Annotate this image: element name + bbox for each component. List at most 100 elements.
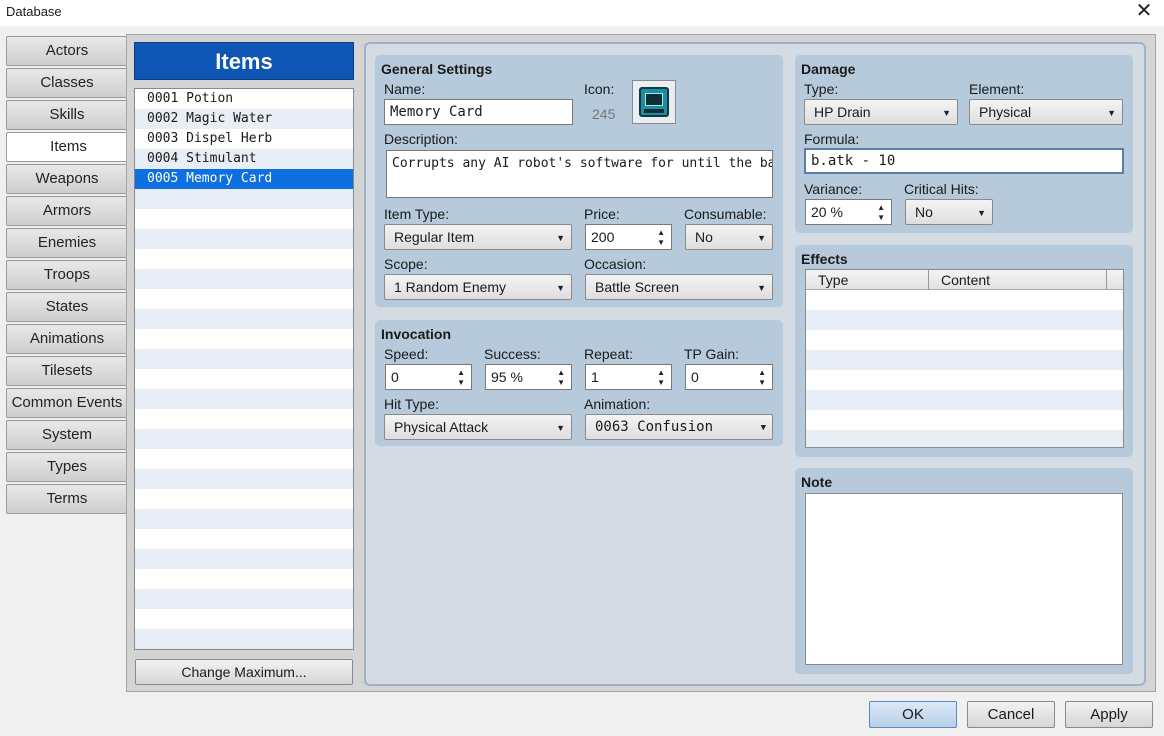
spin-arrows-icon[interactable]: ▲ ▼ [877, 203, 885, 223]
name-field[interactable]: Memory Card [384, 99, 573, 125]
list-item-empty[interactable] [135, 389, 353, 409]
items-list[interactable]: 0001 Potion 0002 Magic Water 0003 Dispel… [134, 88, 354, 650]
chevron-down-icon: ▼ [1107, 108, 1116, 118]
scope-value: 1 Random Enemy [394, 279, 507, 295]
list-item-empty[interactable] [135, 349, 353, 369]
column-header-content[interactable]: Content [941, 270, 990, 290]
list-item-empty[interactable] [135, 449, 353, 469]
chevron-down-icon: ▼ [942, 108, 951, 118]
change-maximum-button[interactable]: Change Maximum... [135, 659, 353, 685]
list-item-empty[interactable] [135, 489, 353, 509]
tab-enemies[interactable]: Enemies [6, 228, 128, 258]
animation-select[interactable]: 0063 Confusion ▼ [585, 414, 773, 440]
element-select[interactable]: Physical ▼ [969, 99, 1123, 125]
tab-states[interactable]: States [6, 292, 128, 322]
tab-tilesets[interactable]: Tilesets [6, 356, 128, 386]
tab-skills[interactable]: Skills [6, 100, 128, 130]
list-item-empty[interactable] [135, 249, 353, 269]
list-item[interactable]: 0002 Magic Water [135, 109, 353, 129]
spin-arrows-icon[interactable]: ▲ ▼ [457, 368, 465, 388]
list-item-empty[interactable] [135, 229, 353, 249]
list-item-empty[interactable] [135, 629, 353, 649]
tab-system[interactable]: System [6, 420, 128, 450]
close-icon[interactable]: ✕ [1130, 0, 1158, 24]
list-item-empty[interactable] [135, 189, 353, 209]
list-item-empty[interactable] [135, 469, 353, 489]
scope-select[interactable]: 1 Random Enemy ▼ [384, 274, 572, 300]
formula-field[interactable]: b.atk - 10 [804, 148, 1124, 174]
list-item-empty[interactable] [135, 549, 353, 569]
item-type-select[interactable]: Regular Item ▼ [384, 224, 572, 250]
list-item-empty[interactable] [135, 529, 353, 549]
tab-weapons[interactable]: Weapons [6, 164, 128, 194]
list-item-empty[interactable] [135, 509, 353, 529]
occasion-value: Battle Screen [595, 279, 680, 295]
list-item-empty[interactable] [135, 329, 353, 349]
price-stepper[interactable]: 200 ▲ ▼ [585, 224, 672, 250]
damage-type-select[interactable]: HP Drain ▼ [804, 99, 958, 125]
computer-icon [639, 87, 669, 117]
icon-index: 245 [592, 106, 616, 122]
description-label: Description: [384, 131, 458, 147]
list-item-empty[interactable] [135, 209, 353, 229]
icon-picker[interactable] [632, 80, 676, 124]
table-row[interactable] [806, 410, 1123, 430]
tab-types[interactable]: Types [6, 452, 128, 482]
list-item-empty[interactable] [135, 589, 353, 609]
effects-table[interactable]: Type Content [805, 269, 1124, 448]
list-item-selected[interactable]: 0005 Memory Card [135, 169, 353, 189]
list-item-empty[interactable] [135, 269, 353, 289]
table-row[interactable] [806, 430, 1123, 447]
list-item[interactable]: 0003 Dispel Herb [135, 129, 353, 149]
title-bar: Database ✕ [0, 0, 1164, 26]
formula-label: Formula: [804, 131, 860, 147]
consumable-select[interactable]: No ▼ [685, 224, 773, 250]
description-field[interactable]: Corrupts any AI robot's software for unt… [386, 150, 773, 198]
consumable-label: Consumable: [684, 206, 767, 222]
element-label: Element: [969, 81, 1025, 97]
tab-terms[interactable]: Terms [6, 484, 128, 514]
list-item-empty[interactable] [135, 429, 353, 449]
critical-hits-select[interactable]: No ▼ [905, 199, 993, 225]
tp-gain-stepper[interactable]: 0 ▲ ▼ [685, 364, 773, 390]
tab-common-events[interactable]: Common Events [6, 388, 128, 418]
table-row[interactable] [806, 370, 1123, 390]
column-header-type[interactable]: Type [818, 270, 848, 290]
hit-type-select[interactable]: Physical Attack ▼ [384, 414, 572, 440]
item-type-value: Regular Item [394, 229, 475, 245]
ok-button[interactable]: OK [869, 701, 957, 728]
tab-items[interactable]: Items [6, 132, 130, 162]
variance-stepper[interactable]: 20 % ▲ ▼ [805, 199, 892, 225]
spin-arrows-icon[interactable]: ▲ ▼ [657, 368, 665, 388]
list-item-empty[interactable] [135, 289, 353, 309]
table-row[interactable] [806, 390, 1123, 410]
list-item-empty[interactable] [135, 369, 353, 389]
spin-arrows-icon[interactable]: ▲ ▼ [758, 368, 766, 388]
tab-classes[interactable]: Classes [6, 68, 128, 98]
spin-arrows-icon[interactable]: ▲ ▼ [657, 228, 665, 248]
table-row[interactable] [806, 290, 1123, 310]
list-item-empty[interactable] [135, 569, 353, 589]
tab-troops[interactable]: Troops [6, 260, 128, 290]
table-row[interactable] [806, 350, 1123, 370]
tab-armors[interactable]: Armors [6, 196, 128, 226]
speed-stepper[interactable]: 0 ▲ ▼ [385, 364, 472, 390]
table-row[interactable] [806, 310, 1123, 330]
cancel-button[interactable]: Cancel [967, 701, 1055, 728]
occasion-select[interactable]: Battle Screen ▼ [585, 274, 773, 300]
list-item[interactable]: 0001 Potion [135, 89, 353, 109]
tab-animations[interactable]: Animations [6, 324, 128, 354]
table-row[interactable] [806, 330, 1123, 350]
list-item-empty[interactable] [135, 609, 353, 629]
invocation-title: Invocation [381, 326, 452, 342]
apply-button[interactable]: Apply [1065, 701, 1153, 728]
spin-arrows-icon[interactable]: ▲ ▼ [557, 368, 565, 388]
note-field[interactable] [805, 493, 1123, 665]
repeat-stepper[interactable]: 1 ▲ ▼ [585, 364, 672, 390]
list-item[interactable]: 0004 Stimulant [135, 149, 353, 169]
critical-hits-value: No [915, 204, 933, 220]
list-item-empty[interactable] [135, 309, 353, 329]
list-item-empty[interactable] [135, 409, 353, 429]
success-stepper[interactable]: 95 % ▲ ▼ [485, 364, 572, 390]
tab-actors[interactable]: Actors [6, 36, 128, 66]
